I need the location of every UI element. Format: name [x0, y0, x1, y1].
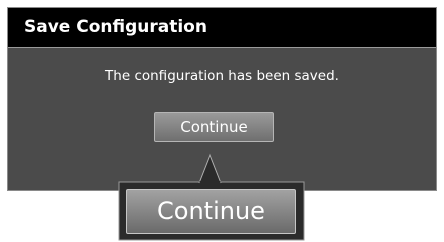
screenshot-stage: Save Configuration The configuration has… [0, 0, 444, 242]
save-configuration-dialog: Save Configuration The configuration has… [7, 7, 437, 191]
continue-button-callout: Continue [126, 189, 296, 234]
continue-button[interactable]: Continue [154, 112, 274, 142]
dialog-title: Save Configuration [24, 17, 207, 37]
dialog-message: The configuration has been saved. [105, 68, 339, 84]
dialog-title-bar: Save Configuration [8, 8, 436, 48]
